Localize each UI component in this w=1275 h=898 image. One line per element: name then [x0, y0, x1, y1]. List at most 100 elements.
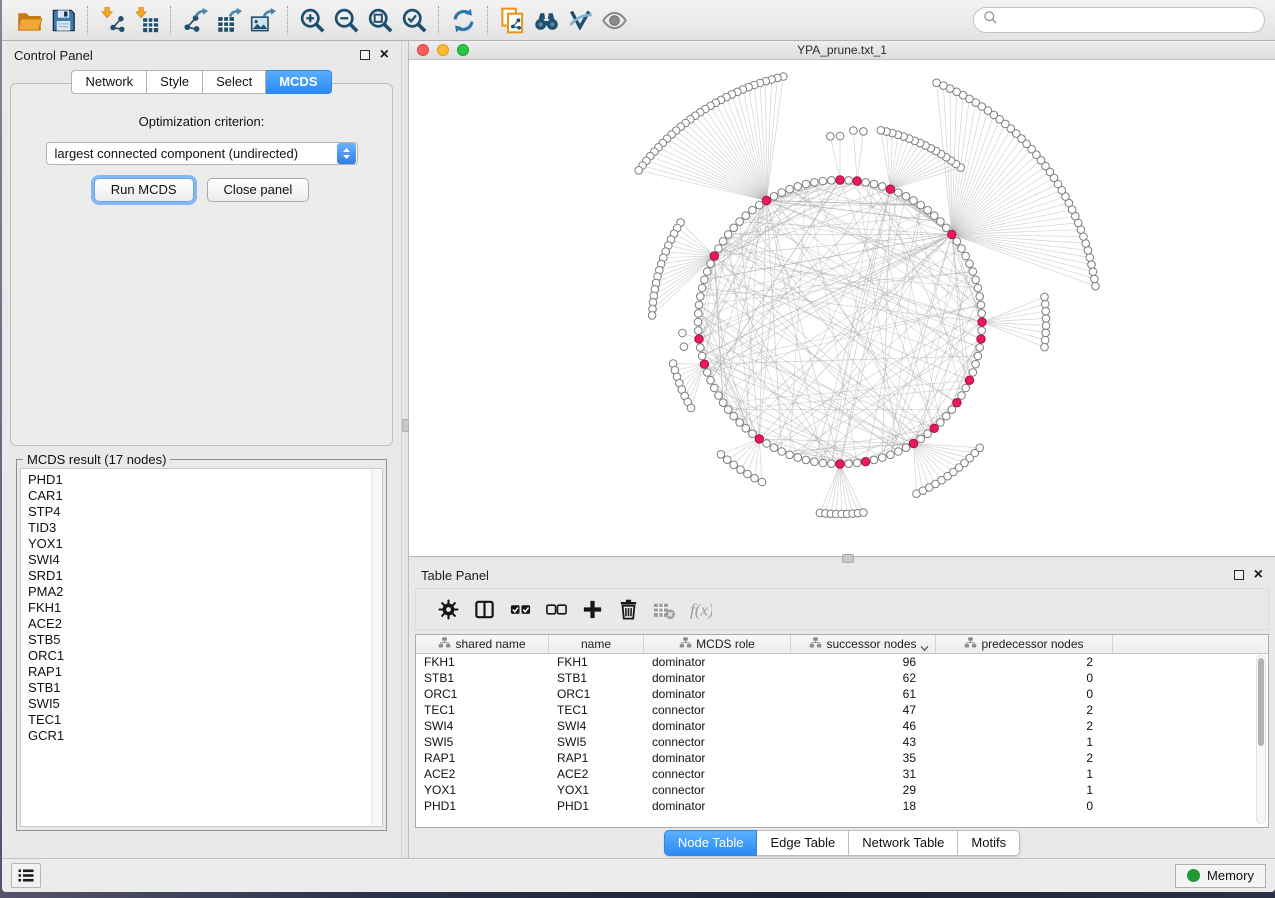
search-input[interactable] [1004, 13, 1255, 28]
table-row[interactable]: STB1STB1dominator620 [416, 670, 1268, 686]
mcds-result-item[interactable]: PMA2 [28, 584, 382, 600]
toolbar-separator [87, 6, 88, 34]
memory-button[interactable]: Memory [1175, 864, 1266, 888]
add-row-icon[interactable] [574, 593, 610, 625]
show-columns-icon[interactable] [466, 593, 502, 625]
mcds-result-item[interactable]: ORC1 [28, 648, 382, 664]
deselect-all-icon[interactable] [538, 593, 574, 625]
table-scrollbar[interactable] [1256, 655, 1266, 824]
table-row[interactable]: ORC1ORC1dominator610 [416, 686, 1268, 702]
tab-select[interactable]: Select [203, 70, 266, 94]
cell: PHD1 [416, 799, 549, 813]
mcds-result-item[interactable]: TID3 [28, 520, 382, 536]
table-panel: Table Panel × f(x) shared namenameMCDS r… [409, 561, 1275, 858]
cell: 47 [791, 703, 936, 717]
column-header-predecessor-nodes[interactable]: predecessor nodes [936, 635, 1113, 653]
mcds-result-item[interactable]: RAP1 [28, 664, 382, 680]
import-table-icon[interactable] [129, 4, 163, 36]
cell: connector [644, 783, 791, 797]
hide-graphics-details-icon[interactable] [563, 4, 597, 36]
mcds-result-item[interactable]: STB1 [28, 680, 382, 696]
network-graph[interactable] [409, 60, 1275, 556]
table-row[interactable]: ACE2ACE2connector311 [416, 766, 1268, 782]
tab-node-table[interactable]: Node Table [664, 830, 758, 856]
refresh-network-icon[interactable] [446, 4, 480, 36]
import-network-icon[interactable] [95, 4, 129, 36]
export-table-icon[interactable] [212, 4, 246, 36]
tab-motifs[interactable]: Motifs [958, 830, 1020, 856]
network-canvas[interactable] [409, 60, 1275, 556]
mcds-result-item[interactable]: TEC1 [28, 712, 382, 728]
delete-row-icon[interactable] [610, 593, 646, 625]
mcds-result-item[interactable]: SWI5 [28, 696, 382, 712]
cell: 61 [791, 687, 936, 701]
tab-network[interactable]: Network [71, 70, 147, 94]
run-mcds-button[interactable]: Run MCDS [94, 178, 194, 202]
table-row[interactable]: RAP1RAP1dominator352 [416, 750, 1268, 766]
column-header-name[interactable]: name [549, 635, 644, 653]
cell: dominator [644, 799, 791, 813]
mcds-result-item[interactable]: FKH1 [28, 600, 382, 616]
close-panel-button[interactable]: Close panel [207, 178, 310, 202]
search-box[interactable] [973, 7, 1265, 33]
mcds-result-item[interactable]: ACE2 [28, 616, 382, 632]
cell: dominator [644, 687, 791, 701]
mcds-result-item[interactable]: YOX1 [28, 536, 382, 552]
table-row[interactable]: FKH1FKH1dominator962 [416, 654, 1268, 670]
tab-style[interactable]: Style [147, 70, 203, 94]
cell: TEC1 [416, 703, 549, 717]
zoom-selected-icon[interactable] [397, 4, 431, 36]
toolbar-icons [12, 4, 631, 36]
column-header-shared-name[interactable]: shared name [416, 635, 549, 653]
network-view-titlebar: YPA_prune.txt_1 [409, 41, 1275, 60]
select-all-icon[interactable] [502, 593, 538, 625]
mcds-result-item[interactable]: SWI4 [28, 552, 382, 568]
cell: 62 [791, 671, 936, 685]
export-image-icon[interactable] [246, 4, 280, 36]
shared-column-icon [679, 636, 692, 652]
zoom-out-icon[interactable] [329, 4, 363, 36]
toolbar-separator [170, 6, 171, 34]
table-row[interactable]: YOX1YOX1connector291 [416, 782, 1268, 798]
table-options-icon[interactable] [430, 593, 466, 625]
mcds-list-scrollbar[interactable] [371, 470, 381, 825]
zoom-in-icon[interactable] [295, 4, 329, 36]
close-panel-icon[interactable]: × [380, 50, 389, 60]
first-neighbors-icon[interactable] [529, 4, 563, 36]
float-panel-icon[interactable] [360, 50, 370, 60]
save-session-icon[interactable] [46, 4, 80, 36]
table-row[interactable]: SWI5SWI5connector431 [416, 734, 1268, 750]
tab-mcds[interactable]: MCDS [266, 70, 331, 94]
table-row[interactable]: PHD1PHD1dominator180 [416, 798, 1268, 814]
column-header-successor-nodes[interactable]: successor nodes [791, 635, 936, 653]
mcds-result-item[interactable]: SRD1 [28, 568, 382, 584]
mcds-result-item[interactable]: PHD1 [28, 472, 382, 488]
float-panel-icon[interactable] [1234, 570, 1244, 580]
export-network-icon[interactable] [178, 4, 212, 36]
optimization-criterion-select[interactable]: largest connected component (undirected) [46, 142, 358, 165]
task-history-button[interactable] [11, 863, 41, 888]
open-file-icon[interactable] [12, 4, 46, 36]
duplicate-network-icon[interactable] [495, 4, 529, 36]
horizontal-split-divider[interactable] [409, 557, 1275, 561]
toolbar-separator [287, 6, 288, 34]
table-row[interactable]: TEC1TEC1connector472 [416, 702, 1268, 718]
column-header-MCDS-role[interactable]: MCDS role [644, 635, 791, 653]
divider-handle[interactable] [402, 419, 409, 432]
zoom-fit-icon[interactable] [363, 4, 397, 36]
vertical-split-divider[interactable] [401, 41, 409, 858]
shared-column-icon [438, 636, 451, 652]
mcds-result-item[interactable]: STB5 [28, 632, 382, 648]
table-row[interactable]: SWI4SWI4dominator462 [416, 718, 1268, 734]
mcds-result-item[interactable]: STP4 [28, 504, 382, 520]
mcds-result-list[interactable]: PHD1CAR1STP4TID3YOX1SWI4SRD1PMA2FKH1ACE2… [20, 468, 383, 827]
mcds-result-item[interactable]: CAR1 [28, 488, 382, 504]
close-panel-icon[interactable]: × [1254, 570, 1263, 580]
tab-network-table[interactable]: Network Table [849, 830, 958, 856]
node-table[interactable]: shared namenameMCDS rolesuccessor nodesp… [415, 634, 1269, 828]
mcds-result-item[interactable]: GCR1 [28, 728, 382, 744]
tab-edge-table[interactable]: Edge Table [757, 830, 849, 856]
mcds-tab-content: Optimization criterion: largest connecte… [10, 83, 393, 446]
divider-handle[interactable] [842, 554, 854, 563]
scrollbar-thumb[interactable] [1258, 658, 1264, 746]
